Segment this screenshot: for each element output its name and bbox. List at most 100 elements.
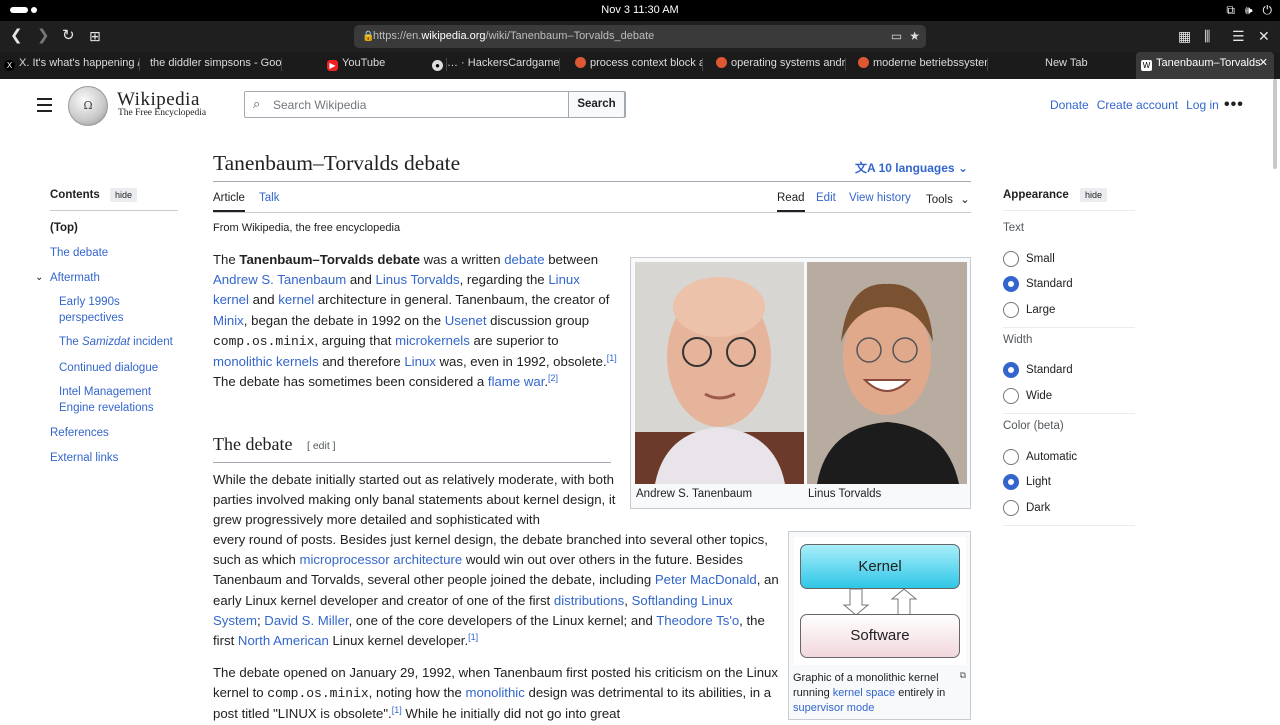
tab-label: … · HackersCardgame/hac xyxy=(447,57,560,69)
volume-icon[interactable]: 🕪 xyxy=(1245,3,1253,18)
toc-item-early-1990s[interactable]: Early 1990s perspectives xyxy=(59,295,159,326)
menu-icon[interactable]: ☰ xyxy=(1232,28,1245,44)
portrait-figure: Andrew S. Tanenbaum Linus Torvalds xyxy=(630,257,971,509)
tab-label: Tanenbaum–Torvalds xyxy=(1156,57,1261,69)
link[interactable]: flame war xyxy=(488,374,544,389)
supervisor-mode-link[interactable]: supervisor mode xyxy=(793,702,874,714)
close-window-icon[interactable]: ✕ xyxy=(1258,28,1270,44)
citation[interactable]: [1] xyxy=(468,632,478,642)
tab[interactable]: X X. It's what's happening / xyxy=(4,52,140,79)
tab[interactable]: ● … · HackersCardgame/hac xyxy=(432,52,560,79)
tab-talk[interactable]: Talk xyxy=(259,192,279,204)
kernel-diagram[interactable]: Kernel Software xyxy=(794,537,966,665)
link[interactable]: microprocessor architecture xyxy=(300,552,463,567)
chevron-down-icon[interactable]: ⌄ xyxy=(35,270,43,286)
link[interactable]: debate xyxy=(504,252,544,267)
donate-link[interactable]: Donate xyxy=(1050,98,1089,112)
toc-item-references[interactable]: References xyxy=(50,426,109,442)
language-selector[interactable]: 文A 10 languages ⌄ xyxy=(855,159,968,176)
link[interactable]: Linus Torvalds xyxy=(376,272,460,287)
link[interactable]: distributions xyxy=(554,593,624,608)
tab-read[interactable]: Read xyxy=(777,192,805,212)
link[interactable]: kernel xyxy=(278,292,314,307)
toc-item-samizdat[interactable]: The Samizdat incident xyxy=(59,335,173,351)
tab[interactable]: moderne betriebssysteme xyxy=(858,52,988,79)
link[interactable]: monolithic xyxy=(465,685,524,700)
reader-view-icon[interactable]: ▭ xyxy=(891,25,902,48)
link[interactable]: Minix xyxy=(213,313,244,328)
back-icon[interactable]: ❮ xyxy=(10,27,23,45)
tab-edit[interactable]: Edit xyxy=(816,192,836,204)
kernel-diagram-figure: Kernel Software ⧉ Graphic of a monolithi… xyxy=(788,531,971,720)
link[interactable]: Usenet xyxy=(445,313,487,328)
search-icon: ⌕ xyxy=(253,96,261,111)
tab-active[interactable]: W Tanenbaum–Torvalds ✕ xyxy=(1136,52,1274,79)
url-prefix: https://en. xyxy=(373,30,422,42)
link[interactable]: Linux xyxy=(404,354,436,369)
search-button[interactable]: Search xyxy=(568,91,625,118)
toc-item-continued-dialogue[interactable]: Continued dialogue xyxy=(59,361,158,377)
toc-item-external-links[interactable]: External links xyxy=(50,451,118,467)
close-tab-icon[interactable]: ✕ xyxy=(1259,52,1268,74)
tab-label: YouTube xyxy=(342,57,386,69)
toc-hide-button[interactable]: hide xyxy=(110,188,138,202)
bookmark-star-icon[interactable]: ★ xyxy=(909,25,920,48)
extensions-grid-icon[interactable]: ▦ xyxy=(1178,28,1191,44)
search-box: ⌕ Search xyxy=(244,91,626,118)
link[interactable]: Andrew S. Tanenbaum xyxy=(213,272,346,287)
link[interactable]: Theodore Ts'o xyxy=(656,613,739,628)
tab-article[interactable]: Article xyxy=(213,192,245,212)
tab[interactable]: ▶ YouTube xyxy=(327,52,447,79)
section-edit-link[interactable]: [ edit ] xyxy=(307,440,336,452)
network-icon[interactable]: ⧉ xyxy=(1226,3,1235,18)
create-account-link[interactable]: Create account xyxy=(1097,98,1178,112)
link[interactable]: David S. Miller xyxy=(264,613,348,628)
tools-menu[interactable]: Tools ⌄ xyxy=(926,192,970,206)
duckduckgo-icon xyxy=(716,57,727,68)
power-icon[interactable]: ⏻ xyxy=(1263,3,1273,18)
radio-label: Automatic xyxy=(1026,451,1078,463)
link[interactable]: North American xyxy=(238,633,329,648)
toc-item-aftermath[interactable]: Aftermath xyxy=(50,271,100,287)
search-input[interactable] xyxy=(273,96,563,114)
diagram-software-box: Software xyxy=(800,614,960,658)
new-tab-icon[interactable]: ⊞ xyxy=(89,27,101,45)
wikipedia-icon: W xyxy=(1141,60,1152,71)
width-label: Width xyxy=(1003,334,1033,346)
forward-icon[interactable]: ❯ xyxy=(37,27,50,45)
tab[interactable]: the diddler simpsons - Googl xyxy=(150,52,282,79)
login-link[interactable]: Log in xyxy=(1186,98,1219,112)
tab-view-history[interactable]: View history xyxy=(849,192,911,204)
section-heading: The debate xyxy=(213,434,293,454)
toc-item-the-debate[interactable]: The debate xyxy=(50,246,108,262)
translate-icon: 文A xyxy=(855,161,876,175)
library-icon[interactable]: ⫼ xyxy=(1204,28,1210,44)
browser-toolbar: ❮ ❯ ↻ ⊞ 🔒 https://en.wikipedia.org/wiki/… xyxy=(0,21,1280,52)
url-bar[interactable]: 🔒 https://en.wikipedia.org/wiki/Tanenbau… xyxy=(354,25,926,48)
tab[interactable]: operating systems andrew xyxy=(716,52,846,79)
appearance-hide-button[interactable]: hide xyxy=(1080,188,1108,202)
toc-item-intel-me[interactable]: Intel Management Engine revelations xyxy=(59,385,174,416)
toc-item-top[interactable]: (Top) xyxy=(50,221,78,237)
torvalds-photo[interactable] xyxy=(807,262,967,484)
clock[interactable]: Nov 3 11:30 AM xyxy=(0,4,1280,16)
link[interactable]: microkernels xyxy=(395,333,470,348)
citation[interactable]: [2] xyxy=(548,373,558,383)
more-options-icon[interactable]: ••• xyxy=(1224,96,1244,114)
debate-paragraph-1b: every round of posts. Besides just kerne… xyxy=(213,532,779,649)
reload-icon[interactable]: ↻ xyxy=(62,27,75,45)
link[interactable]: monolithic kernels xyxy=(213,354,319,369)
enlarge-icon[interactable]: ⧉ xyxy=(960,668,966,683)
kernel-space-link[interactable]: kernel space xyxy=(833,687,895,699)
tanenbaum-photo[interactable] xyxy=(635,262,804,484)
tab[interactable]: New Tab xyxy=(1045,52,1135,79)
citation[interactable]: [1] xyxy=(607,353,617,363)
citation[interactable]: [1] xyxy=(392,705,402,715)
link[interactable]: Peter MacDonald xyxy=(655,572,757,587)
radio-label: Small xyxy=(1026,253,1055,265)
scrollbar[interactable] xyxy=(1273,79,1277,169)
tab[interactable]: process context block at D xyxy=(575,52,703,79)
main-menu-icon[interactable] xyxy=(37,98,52,116)
duckduckgo-icon xyxy=(858,57,869,68)
wikipedia-globe-logo[interactable]: Ω xyxy=(68,86,108,126)
